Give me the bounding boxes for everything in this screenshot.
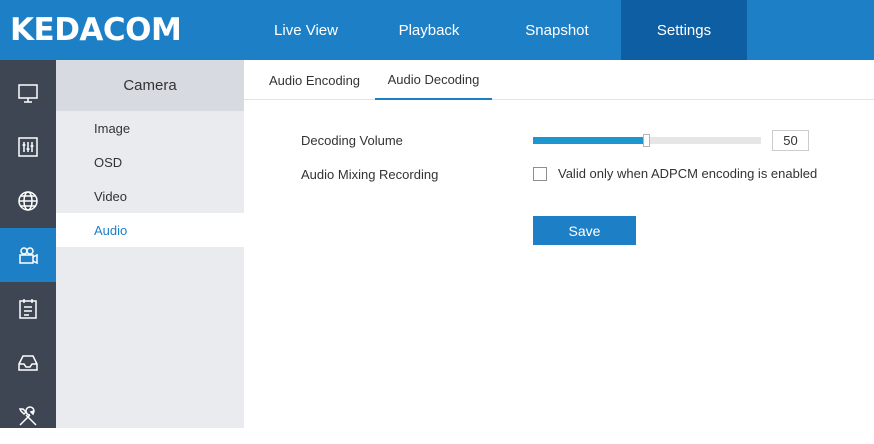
nav-tab-live-view[interactable]: Live View — [247, 0, 365, 60]
storage-tray-icon[interactable] — [0, 336, 56, 390]
subnav-item-video[interactable]: Video — [56, 179, 244, 213]
audio-mixing-hint: Valid only when ADPCM encoding is enable… — [558, 166, 818, 181]
equalizer-icon[interactable] — [0, 120, 56, 174]
tab-audio-encoding[interactable]: Audio Encoding — [258, 60, 371, 100]
slider-handle[interactable] — [643, 134, 650, 147]
event-calendar-icon[interactable] — [0, 282, 56, 336]
save-button[interactable]: Save — [533, 216, 636, 245]
network-globe-icon[interactable] — [0, 174, 56, 228]
kedacom-logo: KEDACOM — [10, 12, 182, 48]
subnav-item-image[interactable]: Image — [56, 111, 244, 145]
tools-icon[interactable] — [0, 390, 56, 444]
audio-tabs: Audio Encoding Audio Decoding — [244, 60, 874, 100]
monitor-icon[interactable] — [0, 66, 56, 120]
subnav-header-camera[interactable]: Camera — [56, 60, 244, 111]
subnav-item-audio[interactable]: Audio — [56, 213, 244, 247]
slider-fill — [533, 137, 647, 144]
audio-mixing-checkbox[interactable] — [533, 167, 547, 181]
nav-tab-snapshot[interactable]: Snapshot — [493, 0, 621, 60]
tab-audio-decoding[interactable]: Audio Decoding — [375, 60, 492, 100]
camera-icon[interactable] — [0, 228, 56, 282]
decoding-volume-input[interactable]: 50 — [772, 130, 809, 151]
subnav-item-osd[interactable]: OSD — [56, 145, 244, 179]
settings-subnav: Camera Image OSD Video Audio — [56, 60, 244, 428]
audio-mixing-label: Audio Mixing Recording — [301, 167, 439, 182]
decoding-volume-slider[interactable] — [533, 134, 761, 147]
icon-sidebar — [0, 60, 56, 428]
decoding-volume-label: Decoding Volume — [301, 133, 403, 148]
nav-tab-playback[interactable]: Playback — [365, 0, 493, 60]
nav-tab-settings[interactable]: Settings — [621, 0, 747, 60]
top-bar: KEDACOM Live View Playback Snapshot Sett… — [0, 0, 874, 60]
